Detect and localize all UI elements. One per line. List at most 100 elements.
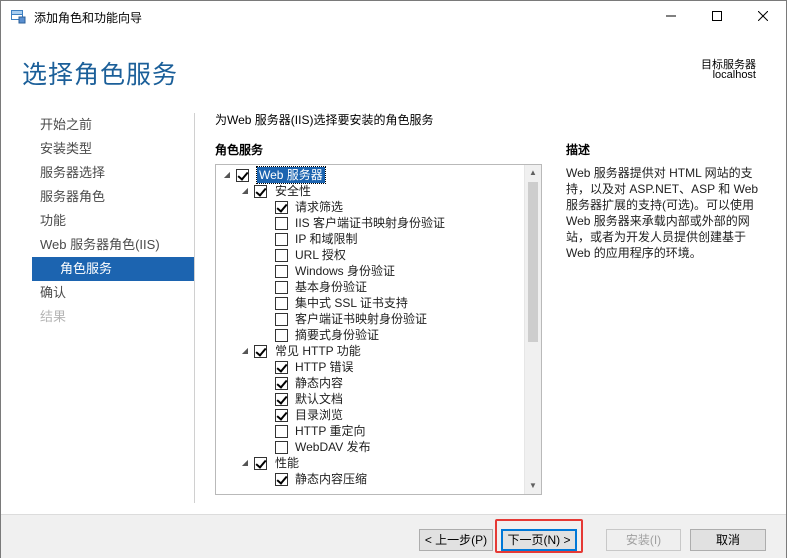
nav-item-installation-type[interactable]: 安装类型 <box>32 137 194 161</box>
tree-row[interactable]: 请求筛选 <box>216 199 522 215</box>
tree-row[interactable]: 默认文档 <box>216 391 522 407</box>
tree-row[interactable]: IIS 客户端证书映射身份验证 <box>216 215 522 231</box>
cancel-button[interactable]: 取消 <box>690 529 766 551</box>
role-service-label[interactable]: IP 和域限制 <box>295 231 357 247</box>
nav-item-server-roles[interactable]: 服务器角色 <box>32 185 194 209</box>
tree-row[interactable]: HTTP 错误 <box>216 359 522 375</box>
install-button: 安装(I) <box>606 529 681 551</box>
role-service-checkbox[interactable] <box>254 457 267 470</box>
nav-item-before-you-begin[interactable]: 开始之前 <box>32 113 194 137</box>
role-service-label[interactable]: 静态内容压缩 <box>295 471 367 487</box>
role-service-checkbox[interactable] <box>275 473 288 486</box>
role-service-label[interactable]: HTTP 错误 <box>295 359 353 375</box>
wizard-header: 选择角色服务 目标服务器 localhost <box>1 31 786 99</box>
role-service-checkbox[interactable] <box>236 169 249 182</box>
role-service-label[interactable]: 摘要式身份验证 <box>295 327 379 343</box>
role-service-checkbox[interactable] <box>275 329 288 342</box>
tree-row[interactable]: ◢ 性能 <box>216 455 522 471</box>
nav-item-server-selection[interactable]: 服务器选择 <box>32 161 194 185</box>
wizard-window: 添加角色和功能向导 选择角色服务 目标服务器 localhost 开始之前 安装… <box>0 0 787 558</box>
previous-button[interactable]: < 上一步(P) <box>419 529 493 551</box>
tree-row[interactable]: HTTP 重定向 <box>216 423 522 439</box>
role-service-label[interactable]: 请求筛选 <box>295 199 343 215</box>
nav-item-features[interactable]: 功能 <box>32 209 194 233</box>
scroll-down-arrow-icon[interactable]: ▼ <box>525 478 541 494</box>
title-bar: 添加角色和功能向导 <box>1 1 786 31</box>
role-service-checkbox[interactable] <box>275 233 288 246</box>
role-service-label[interactable]: HTTP 重定向 <box>295 423 365 439</box>
role-service-checkbox[interactable] <box>254 345 267 358</box>
tree-list: ◢ Web 服务器 ◢ 安全性 请求筛选 IIS 客户端证书映射身份验证 IP 和域限制 UR… <box>216 166 522 487</box>
maximize-button[interactable] <box>694 1 740 31</box>
role-service-checkbox[interactable] <box>275 377 288 390</box>
role-service-label[interactable]: Web 服务器 <box>256 166 326 184</box>
next-button-highlight <box>495 519 583 553</box>
role-service-checkbox[interactable] <box>275 361 288 374</box>
nav-item-role-services[interactable]: 角色服务 <box>32 257 194 281</box>
intro-text: 为Web 服务器(IIS)选择要安装的角色服务 <box>215 113 434 127</box>
minimize-button[interactable] <box>648 1 694 31</box>
collapse-arrow-icon[interactable]: ◢ <box>240 183 250 199</box>
role-service-label[interactable]: 静态内容 <box>295 375 343 391</box>
role-service-label[interactable]: 目录浏览 <box>295 407 343 423</box>
scroll-up-arrow-icon[interactable]: ▲ <box>525 165 541 181</box>
role-services-heading: 角色服务 <box>215 143 264 157</box>
tree-row[interactable]: 摘要式身份验证 <box>216 327 522 343</box>
role-service-checkbox[interactable] <box>275 425 288 438</box>
role-service-checkbox[interactable] <box>275 265 288 278</box>
role-service-label[interactable]: 性能 <box>275 455 299 471</box>
role-service-checkbox[interactable] <box>275 297 288 310</box>
nav-divider <box>194 113 195 503</box>
role-service-checkbox[interactable] <box>275 409 288 422</box>
role-service-label[interactable]: URL 授权 <box>295 247 346 263</box>
role-service-checkbox[interactable] <box>275 201 288 214</box>
wizard-nav: 开始之前 安装类型 服务器选择 服务器角色 功能 Web 服务器角色(IIS) … <box>32 113 194 329</box>
tree-row[interactable]: 基本身份验证 <box>216 279 522 295</box>
tree-row[interactable]: ◢ Web 服务器 <box>216 166 522 184</box>
role-service-label[interactable]: 常见 HTTP 功能 <box>275 343 361 359</box>
description-heading: 描述 <box>566 143 591 157</box>
tree-row[interactable]: ◢ 常见 HTTP 功能 <box>216 343 522 359</box>
tree-row[interactable]: ◢ 安全性 <box>216 183 522 199</box>
role-service-label[interactable]: IIS 客户端证书映射身份验证 <box>295 215 445 231</box>
tree-row[interactable]: Windows 身份验证 <box>216 263 522 279</box>
close-icon <box>758 11 768 21</box>
role-service-checkbox[interactable] <box>275 393 288 406</box>
tree-row[interactable]: WebDAV 发布 <box>216 439 522 455</box>
collapse-arrow-icon[interactable]: ◢ <box>222 167 232 183</box>
role-service-label[interactable]: 默认文档 <box>295 391 343 407</box>
server-manager-icon <box>10 8 26 24</box>
wizard-footer: < 上一步(P) 下一页(N) > 安装(I) 取消 <box>1 514 786 558</box>
role-service-checkbox[interactable] <box>275 281 288 294</box>
tree-row[interactable]: 客户端证书映射身份验证 <box>216 311 522 327</box>
collapse-arrow-icon[interactable]: ◢ <box>240 343 250 359</box>
close-button[interactable] <box>740 1 786 31</box>
minimize-icon <box>666 15 676 17</box>
tree-row[interactable]: 集中式 SSL 证书支持 <box>216 295 522 311</box>
tree-row[interactable]: 目录浏览 <box>216 407 522 423</box>
tree-row[interactable]: 静态内容 <box>216 375 522 391</box>
role-service-label[interactable]: 基本身份验证 <box>295 279 367 295</box>
role-service-label[interactable]: 集中式 SSL 证书支持 <box>295 295 408 311</box>
tree-row[interactable]: IP 和域限制 <box>216 231 522 247</box>
role-service-checkbox[interactable] <box>275 249 288 262</box>
role-service-checkbox[interactable] <box>275 313 288 326</box>
role-service-label[interactable]: WebDAV 发布 <box>295 439 371 455</box>
tree-row[interactable]: 静态内容压缩 <box>216 471 522 487</box>
window-title: 添加角色和功能向导 <box>34 11 143 25</box>
tree-scrollbar[interactable]: ▲ ▼ <box>524 165 541 494</box>
role-service-checkbox[interactable] <box>254 185 267 198</box>
role-service-label[interactable]: 客户端证书映射身份验证 <box>295 311 427 327</box>
collapse-arrow-icon[interactable]: ◢ <box>240 455 250 471</box>
tree-row[interactable]: URL 授权 <box>216 247 522 263</box>
description-text: Web 服务器提供对 HTML 网站的支持，以及对 ASP.NET、ASP 和 … <box>566 166 759 260</box>
scroll-thumb[interactable] <box>528 182 538 342</box>
target-server-value: localhost <box>712 69 756 81</box>
nav-item-web-server-role[interactable]: Web 服务器角色(IIS) <box>32 233 194 257</box>
role-service-label[interactable]: 安全性 <box>275 183 311 199</box>
role-service-label[interactable]: Windows 身份验证 <box>295 263 395 279</box>
role-service-checkbox[interactable] <box>275 217 288 230</box>
nav-item-confirmation[interactable]: 确认 <box>32 281 194 305</box>
role-services-tree[interactable]: ◢ Web 服务器 ◢ 安全性 请求筛选 IIS 客户端证书映射身份验证 IP 和域限制 UR… <box>215 164 542 495</box>
role-service-checkbox[interactable] <box>275 441 288 454</box>
